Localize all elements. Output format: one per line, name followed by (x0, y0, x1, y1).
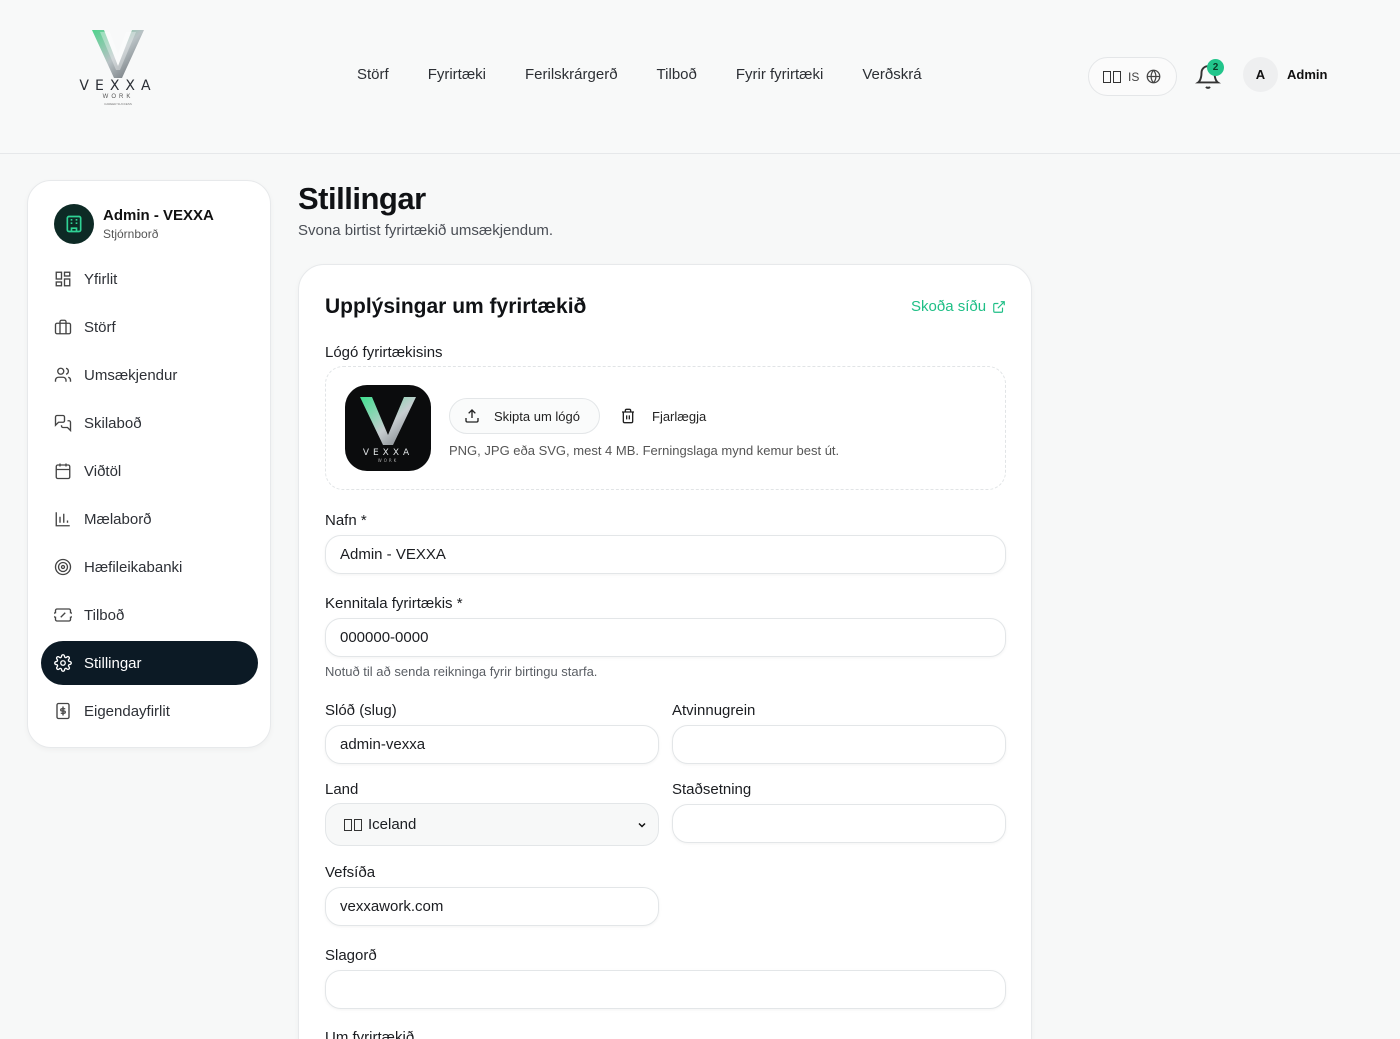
sidebar-item-label: Störf (84, 318, 116, 336)
company-logo-preview: VEXXA WORK (345, 385, 431, 471)
chevron-down-icon (638, 822, 646, 828)
main-nav: Störf Fyrirtæki Ferilskrárgerð Tilboð Fy… (357, 66, 961, 83)
sidebar-item-umsaekjendur[interactable]: Umsækjendur (41, 353, 258, 397)
language-code: IS (1128, 69, 1140, 84)
sidebar-item-eigendayfirlit[interactable]: Eigendayfirlit (41, 689, 258, 733)
ticket-icon (54, 608, 72, 622)
kennitala-hint: Notuð til að senda reikninga fyrir birti… (325, 664, 598, 679)
logo-label: Lógó fyrirtækisins (325, 344, 443, 361)
nav-storf[interactable]: Störf (357, 66, 389, 83)
org-name: Admin - VEXXA (103, 207, 214, 224)
brand-tagline: CAREER SUCCESS (104, 102, 132, 106)
receipt-icon (56, 702, 70, 720)
nav-verdskra[interactable]: Verðskrá (862, 66, 921, 83)
sidebar-item-vidtol[interactable]: Viðtöl (41, 449, 258, 493)
sidebar-item-yfirlit[interactable]: Yfirlit (41, 257, 258, 301)
globe-icon (1146, 69, 1161, 84)
card-title: Upplýsingar um fyrirtækið (325, 295, 587, 318)
sidebar-item-label: Umsækjendur (84, 366, 178, 384)
sidebar-item-haefileikabanki[interactable]: Hæfileikabanki (41, 545, 258, 589)
sidebar-item-label: Mælaborð (84, 510, 152, 528)
country-select[interactable]: Iceland (325, 803, 659, 846)
change-logo-label: Skipta um lógó (494, 408, 580, 424)
flag-icon (344, 818, 362, 831)
target-icon (54, 558, 72, 576)
building-icon (66, 215, 82, 233)
remove-logo-button[interactable]: Fjarlægja (620, 398, 706, 434)
org-avatar (54, 204, 94, 244)
svg-text:VEXXA: VEXXA (363, 448, 413, 458)
name-input[interactable]: Admin - VEXXA (325, 535, 1006, 574)
country-label: Land (325, 781, 359, 798)
gear-icon (54, 654, 72, 672)
sidebar-item-label: Stillingar (84, 654, 142, 672)
change-logo-button[interactable]: Skipta um lógó (449, 398, 600, 434)
sidebar-item-label: Viðtöl (84, 462, 122, 480)
nav-ferilskrargerd[interactable]: Ferilskrárgerð (525, 66, 618, 83)
nav-tilbod[interactable]: Tilboð (657, 66, 697, 83)
slogan-input[interactable] (325, 970, 1006, 1009)
vexxa-v-mark-icon (92, 30, 144, 78)
name-label: Nafn * (325, 512, 367, 529)
sidebar-item-skilabod[interactable]: Skilaboð (41, 401, 258, 445)
chart-icon (55, 512, 70, 527)
avatar[interactable]: A (1243, 57, 1278, 92)
logo-hint: PNG, JPG eða SVG, mest 4 MB. Ferningslag… (449, 443, 840, 458)
sidebar: Admin - VEXXA Stjórnborð Yfirlit Störf U… (27, 180, 271, 748)
org-subtitle: Stjórnborð (103, 227, 159, 241)
kennitala-label: Kennitala fyrirtækis * (325, 595, 463, 612)
sidebar-item-storf[interactable]: Störf (41, 305, 258, 349)
brand-word: VEXXA (79, 78, 157, 94)
page-subtitle: Svona birtist fyrirtækið umsækjendum. (298, 222, 554, 239)
sidebar-item-label: Skilaboð (84, 414, 142, 432)
country-value: Iceland (368, 816, 417, 833)
user-name[interactable]: Admin (1287, 67, 1327, 82)
sidebar-item-stillingar[interactable]: Stillingar (41, 641, 258, 685)
flag-icon (1103, 70, 1121, 83)
website-label: Vefsíða (325, 864, 376, 881)
messages-icon (54, 414, 72, 432)
about-label: Um fyrirtækið (325, 1029, 415, 1039)
sidebar-item-label: Tilboð (84, 606, 125, 624)
slug-label: Slóð (slug) (325, 702, 397, 719)
page-title: Stillingar (298, 181, 426, 216)
industry-label: Atvinnugrein (672, 702, 756, 719)
remove-logo-label: Fjarlægja (652, 408, 707, 424)
nav-fyrir-fyrirtaeki[interactable]: Fyrir fyrirtæki (736, 66, 823, 83)
slogan-label: Slagorð (325, 947, 377, 964)
view-page-label: Skoða síðu (911, 298, 987, 315)
language-switcher[interactable]: IS (1088, 57, 1177, 96)
top-header: VEXXA WORK CAREER SUCCESS Störf Fyrirtæk… (0, 0, 1400, 154)
sidebar-item-label: Eigendayfirlit (84, 702, 170, 720)
users-icon (54, 367, 72, 382)
notification-badge: 2 (1207, 59, 1224, 76)
industry-input[interactable] (672, 725, 1006, 764)
grid-icon (55, 271, 71, 287)
logo-upload-area[interactable]: VEXXA WORK Skipta um lógó Fjarlægja PNG,… (325, 366, 1006, 490)
website-input[interactable]: vexxawork.com (325, 887, 659, 926)
sidebar-item-label: Hæfileikabanki (84, 558, 183, 576)
upload-icon (465, 409, 479, 423)
sidebar-item-maelabord[interactable]: Mælaborð (41, 497, 258, 541)
slug-input[interactable]: admin-vexxa (325, 725, 659, 764)
nav-fyrirtaeki[interactable]: Fyrirtæki (428, 66, 486, 83)
external-link-icon (993, 300, 1005, 313)
company-info-card: Upplýsingar um fyrirtækið Skoða síðu Lóg… (298, 264, 1032, 1039)
trash-icon (622, 408, 634, 424)
kennitala-input[interactable]: 000000-0000 (325, 618, 1006, 657)
location-input[interactable] (672, 804, 1006, 843)
calendar-icon (55, 463, 71, 480)
vexxa-logo[interactable]: VEXXA WORK CAREER SUCCESS (74, 26, 162, 108)
brand-sub: WORK (102, 94, 134, 100)
sidebar-item-tilbod[interactable]: Tilboð (41, 593, 258, 637)
briefcase-icon (54, 319, 72, 335)
sidebar-item-label: Yfirlit (84, 270, 118, 288)
sidebar-org-header: Admin - VEXXA Stjórnborð (54, 204, 214, 244)
location-label: Staðsetning (672, 781, 752, 798)
vexxa-logo-icon: VEXXA WORK (360, 397, 416, 463)
view-page-link[interactable]: Skoða síðu (911, 298, 1006, 315)
svg-text:WORK: WORK (378, 458, 399, 463)
